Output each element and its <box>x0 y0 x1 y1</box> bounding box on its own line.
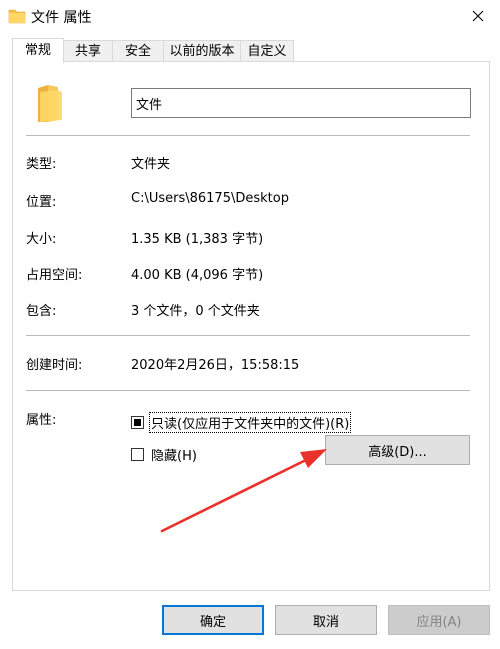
disk-size-label: 占用空间: <box>26 268 83 283</box>
checkbox-indeterminate-icon <box>131 416 144 429</box>
created-label: 创建时间: <box>26 358 83 373</box>
type-value: 文件夹 <box>131 157 171 172</box>
created-value: 2020年2月26日，15:58:15 <box>131 358 300 373</box>
folder-large-icon <box>38 85 62 122</box>
hidden-checkbox[interactable]: 隐藏(H) <box>131 444 199 465</box>
tab-previous-versions[interactable]: 以前的版本 <box>163 40 241 62</box>
advanced-button[interactable]: 高级(D)... <box>325 435 470 465</box>
readonly-checkbox[interactable]: 只读(仅应用于文件夹中的文件)(R) <box>131 412 352 433</box>
size-label: 大小: <box>26 232 57 247</box>
close-icon <box>472 10 483 22</box>
apply-button[interactable]: 应用(A) <box>388 605 490 635</box>
tab-security[interactable]: 安全 <box>112 40 164 62</box>
folder-name-input[interactable] <box>131 88 471 118</box>
title-bar: 文件 属性 <box>0 0 500 32</box>
ok-button[interactable]: 确定 <box>162 605 264 635</box>
divider <box>26 135 470 136</box>
size-value: 1.35 KB (1,383 字节) <box>131 232 264 247</box>
tab-strip: 常规 共享 安全 以前的版本 自定义 <box>12 38 490 63</box>
readonly-checkbox-label: 只读(仅应用于文件夹中的文件)(R) <box>149 412 352 433</box>
close-button[interactable] <box>455 0 500 32</box>
tab-sharing[interactable]: 共享 <box>63 40 113 62</box>
general-panel <box>12 61 490 591</box>
contains-value: 3 个文件，0 个文件夹 <box>131 304 260 319</box>
location-label: 位置: <box>26 195 57 210</box>
location-value: C:\Users\86175\Desktop <box>131 191 289 206</box>
checkbox-icon <box>131 448 144 461</box>
folder-icon <box>8 9 26 24</box>
divider <box>26 335 470 336</box>
cancel-button[interactable]: 取消 <box>275 605 377 635</box>
contains-label: 包含: <box>26 304 57 319</box>
disk-size-value: 4.00 KB (4,096 字节) <box>131 268 264 283</box>
divider <box>26 390 470 391</box>
hidden-checkbox-label: 隐藏(H) <box>151 449 197 464</box>
attributes-label: 属性: <box>26 413 57 428</box>
window-title: 文件 属性 <box>31 10 92 26</box>
tab-general[interactable]: 常规 <box>12 38 64 63</box>
type-label: 类型: <box>26 157 57 172</box>
tab-customize[interactable]: 自定义 <box>240 40 294 62</box>
